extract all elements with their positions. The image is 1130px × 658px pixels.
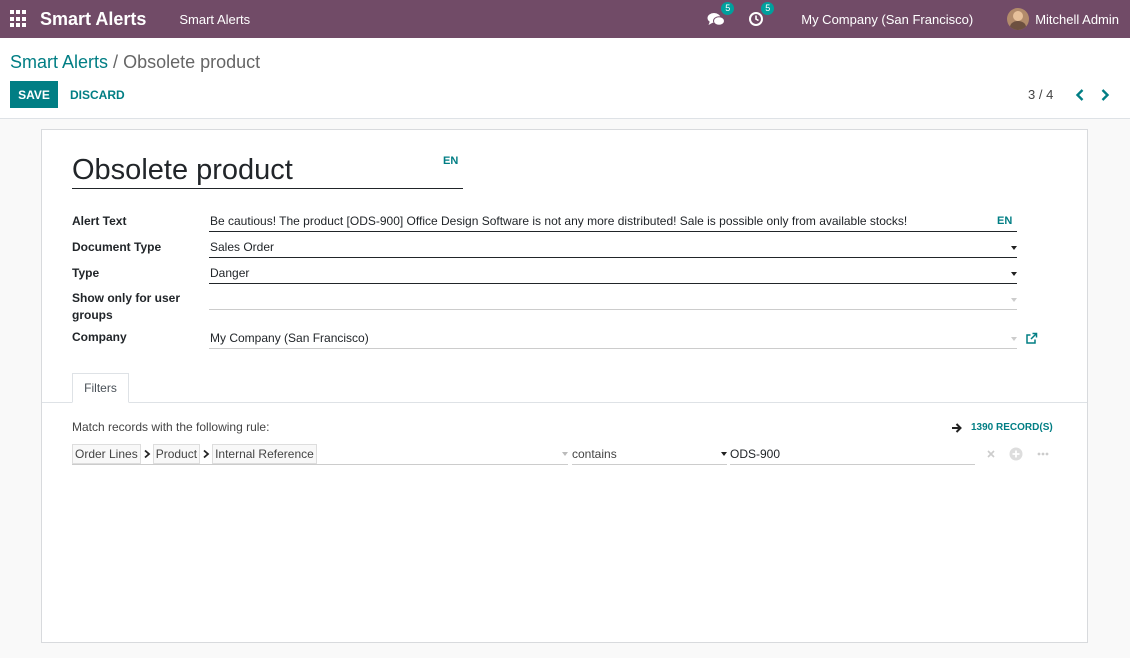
type-select[interactable]: Danger [209,264,1017,284]
record-name: Obsolete product [72,154,293,186]
arrow-right-icon [952,422,962,433]
discard-button[interactable]: DISCARD [70,81,125,108]
breadcrumb: Smart Alerts / Obsolete product [10,52,260,73]
chevron-down-icon [1011,272,1017,276]
menu-item-smart-alerts[interactable]: Smart Alerts [179,12,250,27]
alert-text-translate-button[interactable]: EN [997,215,1012,227]
more-options-icon[interactable] [1036,447,1050,461]
company-field[interactable]: My Company (San Francisco) [209,329,1017,349]
rule-value: ODS-900 [730,447,781,461]
user-groups-field[interactable] [209,290,1017,310]
chevron-down-icon [1011,298,1017,302]
user-avatar [1007,8,1030,30]
control-panel: Smart Alerts / Obsolete product SAVE DIS… [0,38,1130,119]
user-name: Mitchell Admin [1035,11,1119,27]
pager-value[interactable]: 3 / 4 [1028,87,1053,102]
chat-icon [707,13,726,26]
pager-next-icon[interactable] [1099,88,1111,102]
alert-text-field[interactable]: Be cautious! The product [ODS-900] Offic… [209,212,1017,232]
document-type-value: Sales Order [210,240,275,254]
operator-select[interactable]: contains [572,443,727,465]
form-sheet: Obsolete product EN Alert Text Be cautio… [41,129,1088,643]
chevron-right-icon [203,449,210,458]
external-link-icon[interactable] [1025,332,1038,345]
pager-previous-icon[interactable] [1074,88,1086,102]
record-count-button[interactable]: 1390 RECORD(S) [951,422,1053,433]
rule-description: Match records with the following rule: [72,420,270,434]
navbar-systray: 5 5 My Company (San Francisco) Mitchell … [707,0,1130,38]
path-chip: Product [152,443,201,464]
save-button[interactable]: SAVE [10,81,58,108]
document-type-select[interactable]: Sales Order [209,238,1017,258]
record-count: 1390 RECORD(S) [971,422,1053,433]
record-name-field[interactable]: Obsolete product [72,152,463,189]
path-chip: Order Lines [72,443,141,464]
tab-filters[interactable]: Filters [72,373,129,403]
clock-icon [749,12,764,26]
document-type-label: Document Type [72,240,162,254]
chevron-right-icon [144,449,151,458]
company-value: My Company (San Francisco) [210,331,369,345]
user-menu[interactable]: Mitchell Admin [1007,8,1119,30]
apps-grid-icon[interactable] [10,10,28,28]
breadcrumb-current: Obsolete product [123,52,261,72]
tabs-divider [42,402,1087,403]
chevron-down-icon [1011,337,1017,341]
field-path-selector[interactable]: Order Lines Product Internal Reference [72,443,568,465]
app-name[interactable]: Smart Alerts [40,9,146,30]
activities-count-badge: 5 [761,2,775,15]
path-chip: Internal Reference [212,443,317,464]
company-switcher[interactable]: My Company (San Francisco) [801,12,973,27]
company-label: Company [72,330,127,344]
messages-button[interactable]: 5 [707,2,735,29]
breadcrumb-parent[interactable]: Smart Alerts [10,52,108,72]
chevron-down-icon [562,452,568,456]
rule-value-input[interactable]: ODS-900 [730,443,975,465]
name-translate-button[interactable]: EN [443,155,458,167]
type-label: Type [72,266,100,280]
alert-text-value: Be cautious! The product [ODS-900] Offic… [210,214,908,228]
close-icon[interactable] [984,447,998,461]
breadcrumb-separator: / [113,52,119,72]
add-rule-icon[interactable] [1009,447,1023,461]
user-groups-label-line2: groups [72,308,113,322]
operator-value: contains [572,447,617,461]
messages-count-badge: 5 [721,2,735,15]
top-navbar: Smart Alerts Smart Alerts 5 5 My Company… [0,0,1130,38]
alert-text-label: Alert Text [72,214,127,228]
chevron-down-icon [1011,246,1017,250]
chevron-down-icon [721,452,727,456]
user-groups-label: Show only for user groups [72,290,180,324]
activities-button[interactable]: 5 [747,2,775,29]
user-groups-label-line1: Show only for user [72,291,181,305]
type-value: Danger [210,266,250,280]
